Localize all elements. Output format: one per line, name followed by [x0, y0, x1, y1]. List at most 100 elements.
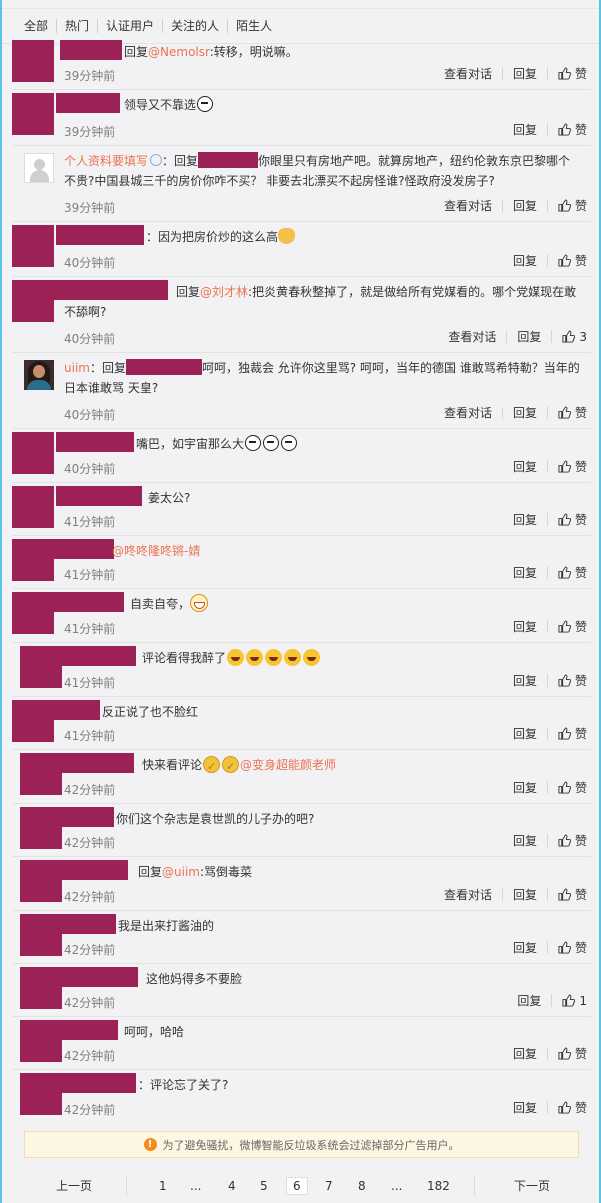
like-button[interactable]: 赞: [546, 1047, 587, 1060]
reply-link[interactable]: 回复: [503, 835, 547, 847]
view-conversation-link[interactable]: 查看对话: [434, 889, 502, 901]
page-5-link[interactable]: 5: [260, 1178, 268, 1194]
page-8-link[interactable]: 8: [358, 1178, 366, 1194]
username-redacted[interactable]: [62, 914, 116, 934]
reply-link[interactable]: 回复: [501, 888, 547, 901]
view-conversation-link[interactable]: 查看对话: [434, 200, 502, 212]
username-redacted[interactable]: [62, 967, 138, 987]
page-6-current[interactable]: 6: [286, 1177, 308, 1195]
username-redacted[interactable]: [62, 860, 128, 880]
like-button[interactable]: 赞: [546, 834, 587, 847]
page-4-link[interactable]: 4: [228, 1178, 236, 1194]
username-redacted[interactable]: [62, 1020, 118, 1040]
reply-link[interactable]: 回复: [503, 675, 547, 687]
username-link[interactable]: 个人资料要填写: [64, 154, 148, 168]
avatar-redacted[interactable]: [12, 486, 54, 528]
reply-link[interactable]: 回复: [503, 782, 547, 794]
username-redacted[interactable]: [198, 152, 259, 168]
username-redacted[interactable]: [62, 1073, 136, 1093]
like-button[interactable]: 赞: [546, 620, 587, 633]
username-redacted[interactable]: [125, 359, 202, 375]
reply-link[interactable]: 回复: [503, 567, 547, 579]
username-redacted[interactable]: [62, 807, 114, 827]
reply-link[interactable]: 回复: [503, 1048, 547, 1060]
like-button[interactable]: 赞: [546, 513, 587, 526]
mention-link[interactable]: @变身超能颜老师: [240, 758, 336, 772]
view-conversation-link[interactable]: 查看对话: [438, 331, 506, 343]
like-button[interactable]: 赞: [546, 67, 587, 80]
mention-link[interactable]: @咚咚隆咚锵-婧: [112, 544, 200, 558]
reply-link[interactable]: 回复: [503, 728, 547, 740]
prev-page-button[interactable]: 上一页: [56, 1178, 92, 1194]
tab-strangers[interactable]: 陌生人: [227, 19, 280, 33]
username-redacted[interactable]: [56, 432, 134, 452]
username-redacted[interactable]: [54, 280, 168, 300]
username-redacted[interactable]: [48, 700, 100, 720]
reply-link[interactable]: 回复: [503, 255, 547, 267]
avatar-redacted[interactable]: [12, 40, 54, 82]
reply-link[interactable]: 回复: [501, 406, 547, 419]
tab-following[interactable]: 关注的人: [162, 19, 227, 33]
like-button[interactable]: 赞: [546, 406, 587, 419]
reply-link[interactable]: 回复: [503, 621, 547, 633]
like-button[interactable]: 赞: [546, 674, 587, 687]
username-redacted[interactable]: [62, 646, 136, 666]
next-page-button[interactable]: 下一页: [514, 1178, 550, 1194]
avatar-redacted[interactable]: [20, 967, 62, 1009]
reply-link[interactable]: 回复: [503, 1102, 547, 1114]
tab-all[interactable]: 全部: [16, 19, 56, 33]
like-button[interactable]: 赞: [546, 254, 587, 267]
username-redacted[interactable]: [62, 753, 134, 773]
like-button[interactable]: 赞: [546, 460, 587, 473]
page-7-link[interactable]: 7: [325, 1178, 333, 1194]
username-redacted[interactable]: [56, 225, 144, 245]
reply-link[interactable]: 回复: [506, 330, 551, 343]
page-182-link[interactable]: 182: [427, 1178, 450, 1194]
avatar-redacted[interactable]: [12, 539, 54, 581]
mention-link[interactable]: @刘才林: [200, 285, 248, 299]
avatar-uiim[interactable]: [24, 360, 54, 390]
like-button[interactable]: 赞: [546, 566, 587, 579]
mention-link[interactable]: @uiim: [162, 865, 200, 879]
avatar-placeholder[interactable]: [24, 153, 54, 183]
view-conversation-link[interactable]: 查看对话: [434, 407, 502, 419]
avatar-redacted[interactable]: [12, 93, 54, 135]
tab-hot[interactable]: 热门: [56, 19, 97, 33]
avatar-redacted[interactable]: [20, 1073, 62, 1115]
page-1-link[interactable]: 1: [159, 1178, 167, 1194]
reply-link[interactable]: 回复: [503, 461, 547, 473]
avatar-redacted[interactable]: [20, 1020, 62, 1062]
username-link[interactable]: uiim: [64, 361, 90, 375]
like-button[interactable]: 赞: [546, 1101, 587, 1114]
avatar-redacted[interactable]: [12, 280, 54, 322]
username-redacted[interactable]: [56, 93, 120, 113]
like-button[interactable]: 赞: [546, 123, 587, 136]
view-conversation-link[interactable]: 查看对话: [434, 68, 502, 80]
avatar-redacted[interactable]: [20, 860, 62, 902]
reply-link[interactable]: 回复: [503, 124, 547, 136]
reply-link[interactable]: 回复: [501, 67, 547, 80]
like-button[interactable]: 赞: [546, 888, 587, 901]
avatar-redacted[interactable]: [12, 225, 54, 267]
avatar-redacted[interactable]: [12, 432, 54, 474]
tab-verified[interactable]: 认证用户: [97, 19, 162, 33]
avatar-redacted[interactable]: [20, 914, 62, 956]
like-button[interactable]: 赞: [546, 941, 587, 954]
reply-link[interactable]: 回复: [501, 199, 547, 212]
username-redacted[interactable]: [60, 40, 122, 60]
reply-link[interactable]: 回复: [503, 942, 547, 954]
username-redacted[interactable]: [56, 486, 142, 506]
like-button[interactable]: 3: [551, 330, 587, 343]
username-redacted[interactable]: [48, 592, 124, 612]
username-redacted[interactable]: [52, 539, 114, 559]
like-button[interactable]: 1: [551, 994, 587, 1007]
like-button[interactable]: 赞: [546, 727, 587, 740]
reply-link[interactable]: 回复: [507, 995, 551, 1007]
like-button[interactable]: 赞: [546, 781, 587, 794]
avatar-redacted[interactable]: [20, 807, 62, 849]
avatar-redacted[interactable]: [20, 753, 62, 795]
like-button[interactable]: 赞: [546, 199, 587, 212]
mention-link[interactable]: @Nemolsr: [148, 45, 210, 59]
avatar-redacted[interactable]: [20, 646, 62, 688]
reply-link[interactable]: 回复: [503, 514, 547, 526]
